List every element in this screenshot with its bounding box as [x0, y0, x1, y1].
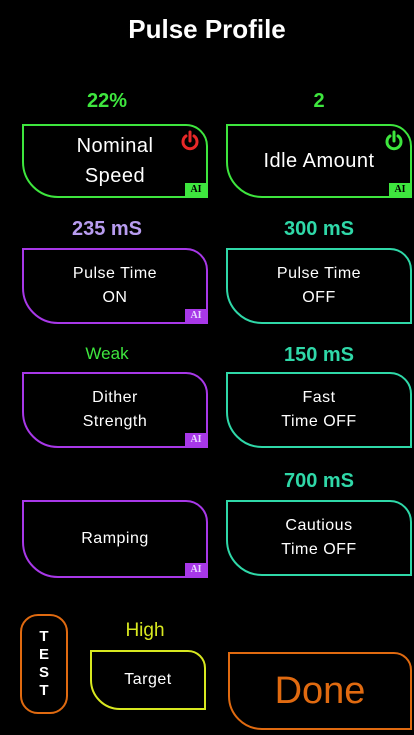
power-icon[interactable] — [384, 130, 404, 152]
ramping-label: Ramping — [81, 530, 149, 547]
cautious-time-off-label: Cautious Time OFF — [281, 517, 357, 558]
fast-off-value: 150 mS — [283, 344, 355, 366]
nominal-speed-button[interactable]: Nominal Speed AI — [22, 124, 208, 198]
test-letter: E — [38, 646, 49, 663]
pulse-on-value: 235 mS — [71, 218, 143, 240]
idle-amount-button[interactable]: Idle Amount AI — [226, 124, 412, 198]
cautious-time-off-button[interactable]: Cautious Time OFF — [226, 500, 412, 576]
pulse-off-value: 300 mS — [283, 218, 355, 240]
target-button[interactable]: Target — [90, 650, 206, 710]
dither-value: Weak — [85, 344, 129, 363]
dither-strength-button[interactable]: Dither Strength AI — [22, 372, 208, 448]
ai-badge: AI — [185, 309, 207, 323]
idle-amount-value: 2 — [313, 90, 325, 112]
pulse-time-on-button[interactable]: Pulse Time ON AI — [22, 248, 208, 324]
pulse-time-off-button[interactable]: Pulse Time OFF — [226, 248, 412, 324]
done-label: Done — [274, 669, 366, 712]
ai-badge: AI — [185, 433, 207, 447]
nominal-speed-label: Nominal Speed — [76, 135, 154, 187]
test-letter: T — [39, 682, 49, 699]
done-button[interactable]: Done — [228, 652, 412, 730]
idle-amount-label: Idle Amount — [263, 150, 375, 172]
dither-strength-label: Dither Strength — [82, 389, 148, 430]
ai-badge: AI — [185, 563, 207, 577]
test-letter: S — [38, 664, 49, 681]
target-value: High — [125, 620, 165, 641]
page-title: Pulse Profile — [128, 14, 286, 44]
fast-time-off-label: Fast Time OFF — [281, 389, 357, 430]
pulse-time-on-label: Pulse Time ON — [72, 265, 158, 306]
target-label: Target — [124, 671, 172, 688]
ai-badge: AI — [185, 183, 207, 197]
fast-time-off-button[interactable]: Fast Time OFF — [226, 372, 412, 448]
ai-badge: AI — [389, 183, 411, 197]
cautious-off-value: 700 mS — [283, 470, 355, 492]
nominal-speed-value: 22% — [86, 90, 128, 112]
test-letter: T — [39, 628, 49, 645]
power-icon[interactable] — [180, 130, 200, 152]
ramping-button[interactable]: Ramping AI — [22, 500, 208, 578]
pulse-time-off-label: Pulse Time OFF — [276, 265, 362, 306]
